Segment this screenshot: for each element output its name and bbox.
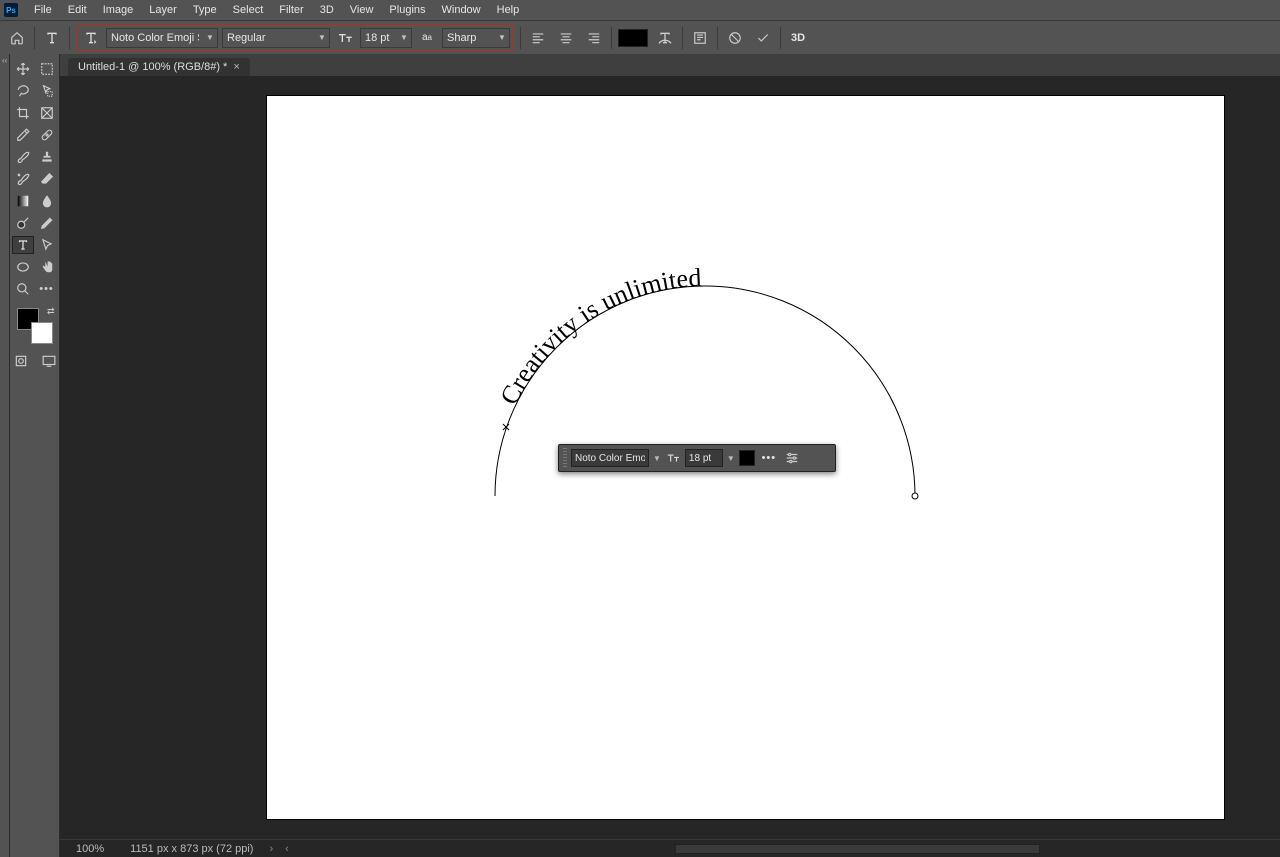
antialias-input[interactable]: [443, 32, 495, 44]
antialias-dropdown[interactable]: ▼: [442, 28, 510, 48]
menu-layer[interactable]: Layer: [141, 0, 185, 20]
crop-tool-icon[interactable]: [12, 104, 34, 122]
canvas-viewport[interactable]: Creativity is unlimited ▼ ▼ •••: [60, 76, 1280, 839]
menu-file[interactable]: File: [26, 0, 60, 20]
zoom-tool-icon[interactable]: [12, 280, 34, 298]
history-brush-tool-icon[interactable]: [12, 170, 34, 188]
path-select-tool-icon[interactable]: [36, 236, 58, 254]
swap-colors-icon[interactable]: ⇄: [47, 306, 55, 317]
close-icon[interactable]: ×: [233, 61, 239, 73]
chevron-down-icon[interactable]: ▼: [397, 33, 411, 42]
more-options-icon[interactable]: •••: [759, 447, 779, 469]
chevron-down-icon[interactable]: ▼: [315, 33, 329, 42]
healing-tool-icon[interactable]: [36, 126, 58, 144]
canvas-area: Untitled-1 @ 100% (RGB/8#) * × Creativit…: [60, 54, 1280, 857]
hand-tool-icon[interactable]: [36, 258, 58, 276]
shape-tool-icon[interactable]: [12, 258, 34, 276]
character-panel-icon[interactable]: [689, 27, 711, 49]
chevron-right-icon[interactable]: ›: [263, 843, 279, 855]
menu-edit[interactable]: Edit: [60, 0, 95, 20]
font-family-dropdown[interactable]: ▼: [106, 28, 218, 48]
cancel-icon[interactable]: [724, 27, 746, 49]
eyedropper-tool-icon[interactable]: [12, 126, 34, 144]
background-color[interactable]: [31, 322, 53, 344]
antialias-icon: aa: [416, 27, 438, 49]
lasso-tool-icon[interactable]: [12, 82, 34, 100]
font-size-icon: [334, 27, 356, 49]
chevron-left-icon[interactable]: ‹: [279, 843, 295, 855]
text-color-swatch[interactable]: [618, 29, 648, 47]
screen-mode-icon[interactable]: [38, 352, 60, 370]
document-tab-label: Untitled-1 @ 100% (RGB/8#) *: [78, 61, 227, 73]
menu-image[interactable]: Image: [95, 0, 142, 20]
zoom-level[interactable]: 100%: [60, 843, 120, 855]
menu-3d[interactable]: 3D: [312, 0, 342, 20]
menu-plugins[interactable]: Plugins: [381, 0, 433, 20]
menu-window[interactable]: Window: [434, 0, 489, 20]
toolbox: ••• ⇄: [10, 54, 60, 857]
quick-select-tool-icon[interactable]: [36, 82, 58, 100]
foreground-background-colors[interactable]: ⇄: [17, 308, 53, 344]
text-options-group: ▼ ▼ ▼ aa ▼: [76, 25, 514, 51]
eraser-tool-icon[interactable]: [36, 170, 58, 188]
brush-tool-icon[interactable]: [12, 148, 34, 166]
font-style-input[interactable]: [223, 32, 315, 44]
dodge-tool-icon[interactable]: [12, 214, 34, 232]
align-center-icon[interactable]: [555, 27, 577, 49]
font-size-input[interactable]: [361, 32, 397, 44]
horizontal-scrollbar[interactable]: [675, 844, 1040, 854]
font-size-icon: [665, 447, 681, 469]
type-tool-icon[interactable]: [12, 236, 34, 254]
font-size-dropdown[interactable]: ▼: [360, 28, 412, 48]
stamp-tool-icon[interactable]: [36, 148, 58, 166]
workspace: ‹‹ ••• ⇄: [0, 54, 1280, 857]
text-orientation-icon[interactable]: [80, 27, 102, 49]
type-tool-indicator-icon: [41, 27, 63, 49]
pen-tool-icon[interactable]: [36, 214, 58, 232]
menubar: Ps File Edit Image Layer Type Select Fil…: [0, 0, 1280, 20]
menu-filter[interactable]: Filter: [271, 0, 311, 20]
document-tabs: Untitled-1 @ 100% (RGB/8#) * ×: [60, 54, 1280, 76]
frame-tool-icon[interactable]: [36, 104, 58, 122]
float-font-family-input[interactable]: [571, 449, 649, 467]
document-dimensions[interactable]: 1151 px x 873 px (72 ppi): [120, 843, 263, 855]
move-tool-icon[interactable]: [12, 60, 34, 78]
float-font-size-input[interactable]: [685, 449, 723, 467]
document-tab[interactable]: Untitled-1 @ 100% (RGB/8#) * ×: [68, 58, 250, 76]
3d-icon[interactable]: 3D: [787, 27, 809, 49]
settings-icon[interactable]: [783, 447, 801, 469]
menu-select[interactable]: Select: [225, 0, 272, 20]
panel-collapse-strip[interactable]: ‹‹: [0, 54, 10, 857]
chevron-down-icon[interactable]: ▼: [203, 33, 217, 42]
menu-type[interactable]: Type: [185, 0, 225, 20]
blur-tool-icon[interactable]: [36, 192, 58, 210]
menu-view[interactable]: View: [342, 0, 382, 20]
chevron-down-icon[interactable]: ▼: [727, 454, 735, 463]
font-family-input[interactable]: [107, 32, 203, 44]
float-color-swatch[interactable]: [739, 450, 755, 466]
contextual-type-panel[interactable]: ▼ ▼ •••: [558, 444, 836, 472]
chevron-down-icon[interactable]: ▼: [653, 454, 661, 463]
chevron-left-icon: ‹‹: [2, 56, 7, 65]
marquee-tool-icon[interactable]: [36, 60, 58, 78]
warp-text-icon[interactable]: [654, 27, 676, 49]
chevron-down-icon[interactable]: ▼: [495, 33, 509, 42]
menu-help[interactable]: Help: [489, 0, 528, 20]
gradient-tool-icon[interactable]: [12, 192, 34, 210]
align-right-icon[interactable]: [583, 27, 605, 49]
app-icon: Ps: [4, 3, 18, 17]
edit-toolbar-icon[interactable]: •••: [36, 280, 58, 298]
home-icon[interactable]: [6, 27, 28, 49]
align-left-icon[interactable]: [527, 27, 549, 49]
options-bar: ▼ ▼ ▼ aa ▼ 3D: [0, 20, 1280, 54]
font-style-dropdown[interactable]: ▼: [222, 28, 330, 48]
drag-handle-icon[interactable]: [563, 448, 567, 468]
status-bar: 100% 1151 px x 873 px (72 ppi) › ‹: [60, 839, 1280, 857]
commit-icon[interactable]: [752, 27, 774, 49]
standard-mode-icon[interactable]: [10, 352, 32, 370]
